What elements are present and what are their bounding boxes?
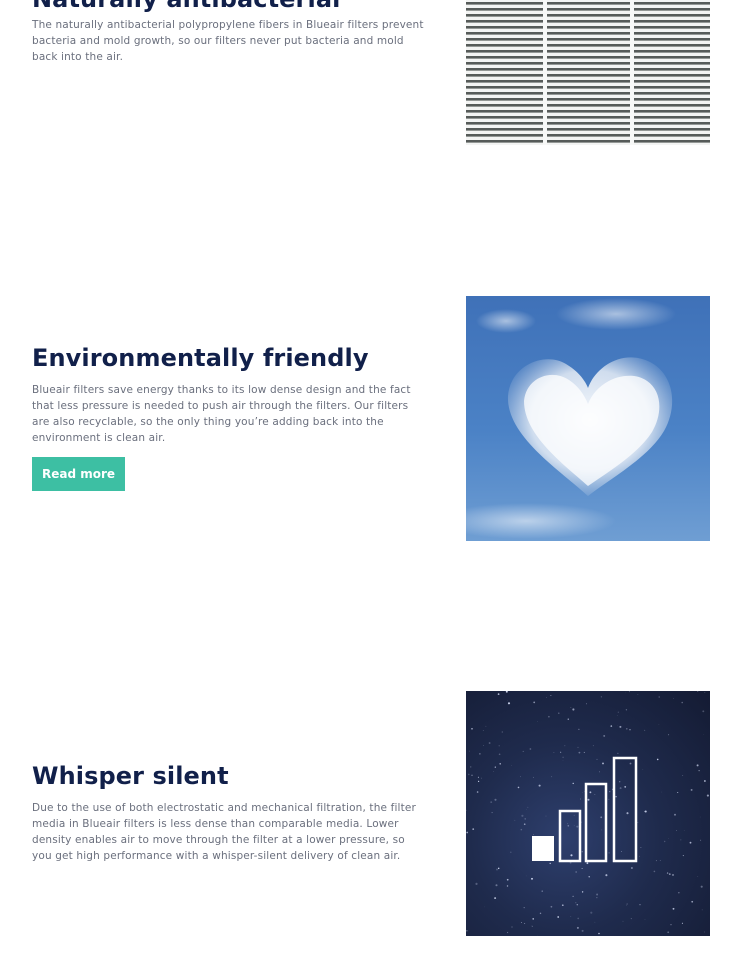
feature-text-column: Environmentally friendly [32,343,427,373]
feature-title: Environmentally friendly [32,344,369,372]
signal-bar-icon [584,782,608,863]
feature-body-column: The naturally antibacterial polypropylen… [32,17,427,65]
signal-bar-icon [532,836,554,861]
signal-bars-graphic [466,691,709,936]
feature-body-column: Due to the use of both electrostatic and… [32,800,427,864]
page: Naturally antibacterial The naturally an… [0,0,750,955]
filter-pleats-image [466,0,710,145]
filter-pleats-graphic [466,0,710,145]
feature-description: Due to the use of both electrostatic and… [32,802,416,862]
signal-bar-icon [612,756,638,863]
feature-title: Naturally antibacterial [32,0,427,14]
feature-description: The naturally antibacterial polypropylen… [32,19,424,63]
read-more-button[interactable]: Read more [32,457,125,491]
heart-cloud-image [466,296,710,541]
feature-title: Whisper silent [32,762,229,790]
signal-bar-icon [558,809,582,863]
feature-text-column: Whisper silent [32,761,427,791]
feature-text-column: Naturally antibacterial [32,0,427,14]
feature-description: Blueair filters save energy thanks to it… [32,384,411,444]
feature-body-column: Blueair filters save energy thanks to it… [32,382,427,446]
night-sky-image [466,691,710,936]
heart-cloud-graphic [466,298,676,539]
